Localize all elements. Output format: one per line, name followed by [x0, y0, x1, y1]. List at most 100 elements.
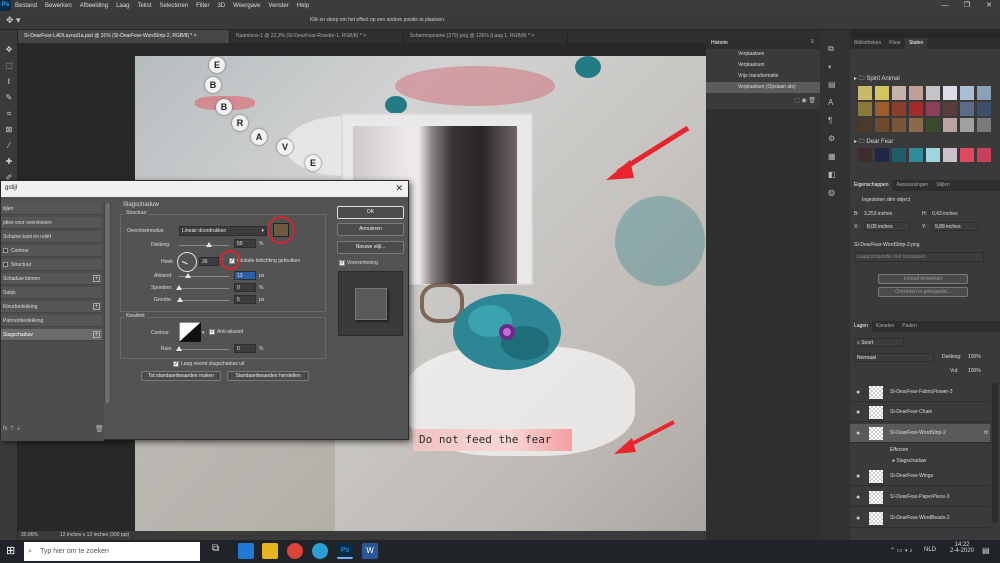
color-swatch[interactable] [943, 148, 957, 162]
crop-icon[interactable]: ⌗ [3, 108, 15, 120]
close-tab-icon[interactable]: × [531, 33, 534, 39]
edit-contents-button[interactable]: Inhoud bewerken [878, 274, 968, 284]
noise-field[interactable]: 0 [234, 344, 256, 353]
layer-opacity-value[interactable]: 100% [968, 354, 981, 360]
panel-icons[interactable]: ⧉ ◐ ▤ A ¶ ⚙ ▦ ◧ ◍ [828, 40, 836, 202]
menu-help[interactable]: Help [293, 3, 313, 9]
color-swatch[interactable] [943, 102, 957, 116]
color-swatch[interactable] [926, 118, 940, 132]
restore-button[interactable]: ❐ [956, 0, 978, 11]
color-swatch[interactable] [926, 102, 940, 116]
color-swatch[interactable] [977, 86, 991, 100]
move-icon[interactable]: ✥ [3, 44, 15, 56]
distance-field[interactable]: 13 [234, 271, 256, 280]
layer-row[interactable]: ● SI-DearFear-WordBeads-2 [850, 509, 990, 528]
eyedropper-icon[interactable]: ⁄ [3, 140, 15, 152]
tab-document-1[interactable]: SI-DearFear-LADLayout1a.psd @ 31% (SI-De… [18, 30, 230, 43]
chrome-icon[interactable] [287, 543, 303, 559]
menu-bewerken[interactable]: Bewerken [41, 3, 76, 9]
layer-row[interactable]: ● SI-DearFear-Chain [850, 403, 990, 422]
menu-laag[interactable]: Laag [112, 3, 133, 9]
opacity-slider-knob[interactable] [205, 242, 212, 247]
document-info[interactable]: 12 inches x 12 inches (300 ppi) [60, 532, 129, 538]
angle-field[interactable]: 26 [199, 257, 219, 266]
word-icon[interactable]: W [362, 543, 378, 559]
color-swatch[interactable] [858, 86, 872, 100]
tab-paths[interactable]: Paden [898, 321, 920, 332]
frame-icon[interactable]: ⊠ [3, 124, 15, 136]
color-swatch[interactable] [858, 148, 872, 162]
contour-picker[interactable] [179, 322, 201, 342]
menu-selecteren[interactable]: Selecteren [155, 3, 192, 9]
color-swatch[interactable] [909, 102, 923, 116]
history-item[interactable]: Vrije transformatie [706, 71, 820, 82]
make-default-button[interactable]: Tot standaardwaarden maken [141, 371, 221, 381]
menu-weergave[interactable]: Weergave [229, 3, 264, 9]
menu-afbeelding[interactable]: Afbeelding [76, 3, 112, 9]
menu-bestand[interactable]: Bestand [11, 3, 41, 9]
layers-scrollbar[interactable] [992, 383, 998, 523]
color-swatch[interactable] [875, 86, 889, 100]
style-item-drop-shadow[interactable]: Slagschaduw + [1, 329, 102, 341]
swatch-group-2[interactable]: ▸ 🗀 Dear Fear [854, 137, 893, 147]
add-effect-icon[interactable]: + [93, 275, 100, 282]
color-swatch[interactable] [875, 118, 889, 132]
size-slider-knob[interactable] [177, 297, 183, 302]
eye-icon[interactable]: ● [856, 509, 860, 528]
add-effect-icon[interactable]: + [93, 331, 100, 338]
color-swatch[interactable] [875, 148, 889, 162]
size-field[interactable]: 5 [234, 295, 256, 304]
lasso-icon[interactable]: ℓ [3, 76, 15, 88]
color-swatch[interactable] [977, 118, 991, 132]
new-style-button[interactable]: Nieuwe stijl... [337, 241, 404, 254]
style-list-scrollbar[interactable] [104, 203, 111, 403]
tab-styles[interactable]: Stijlen [932, 180, 954, 191]
style-item-pattern-overlay[interactable]: Patroonbedekking [1, 315, 102, 327]
color-swatch[interactable] [926, 86, 940, 100]
move-tool-icon[interactable]: ✥ ▾ [6, 15, 21, 26]
contour-checkbox[interactable] [3, 248, 8, 253]
taskbar-search[interactable]: ⌕ Typ hier om te zoeken [24, 542, 200, 561]
language-indicator[interactable]: NLD [924, 547, 936, 553]
menu-tekst[interactable]: Tekst [133, 3, 155, 9]
opacity-field[interactable]: 59 [234, 239, 256, 248]
color-swatch[interactable] [960, 148, 974, 162]
fx-arrows-icon[interactable]: fx ⇡ ⇣ [3, 425, 21, 432]
layer-row[interactable]: ● SI-DearFear-Wings [850, 467, 990, 486]
tab-adjustments[interactable]: Aanpassingen [892, 180, 932, 191]
size-slider[interactable] [179, 300, 229, 301]
color-swatch[interactable] [909, 148, 923, 162]
texture-checkbox[interactable] [3, 262, 8, 267]
history-item[interactable]: Verplaatsen [706, 49, 820, 60]
marquee-icon[interactable]: ⬚ [3, 60, 15, 72]
spread-slider[interactable] [179, 288, 229, 289]
menu-venster[interactable]: Venster [264, 3, 292, 9]
spread-slider-knob[interactable] [176, 285, 182, 290]
tab-properties[interactable]: Eigenschappen [850, 180, 893, 191]
add-effect-icon[interactable]: + [93, 303, 100, 310]
history-item[interactable]: Verplaatsen [706, 60, 820, 71]
windows-start-icon[interactable]: ⊞ [6, 545, 18, 557]
color-swatch[interactable] [909, 118, 923, 132]
color-swatch[interactable] [943, 86, 957, 100]
cancel-button[interactable]: Annuleren [337, 223, 404, 236]
eye-icon[interactable]: ● [856, 424, 860, 443]
width-value[interactable]: 3,253 inches [864, 211, 892, 217]
task-view-icon[interactable]: ⧉ [212, 543, 228, 559]
opacity-slider[interactable] [179, 245, 229, 246]
close-tab-icon[interactable]: × [194, 33, 197, 39]
ok-button[interactable]: OK [337, 206, 404, 219]
color-swatch[interactable] [960, 86, 974, 100]
photoshop-taskbar-icon[interactable]: Ps [337, 543, 353, 559]
zoom-level[interactable]: 30,86% [21, 532, 38, 538]
effect-item[interactable]: ● Slagschaduw [892, 458, 926, 464]
color-swatch[interactable] [892, 148, 906, 162]
convert-linked-button[interactable]: Omzetten in gekoppeld... [878, 287, 968, 297]
minimize-button[interactable]: — [934, 0, 956, 11]
tab-swatches[interactable]: Stalen [904, 38, 928, 49]
layer-comp-select[interactable]: Laagcompositie niet toepassen [854, 252, 984, 262]
tab-document-2[interactable]: Naamloos-1 @ 22,3% (SI-DearFear-Rosette-… [230, 30, 404, 43]
close-window-button[interactable]: ✕ [978, 0, 1000, 11]
notifications-icon[interactable]: ▤ [982, 546, 990, 555]
file-explorer-icon[interactable] [262, 543, 278, 559]
